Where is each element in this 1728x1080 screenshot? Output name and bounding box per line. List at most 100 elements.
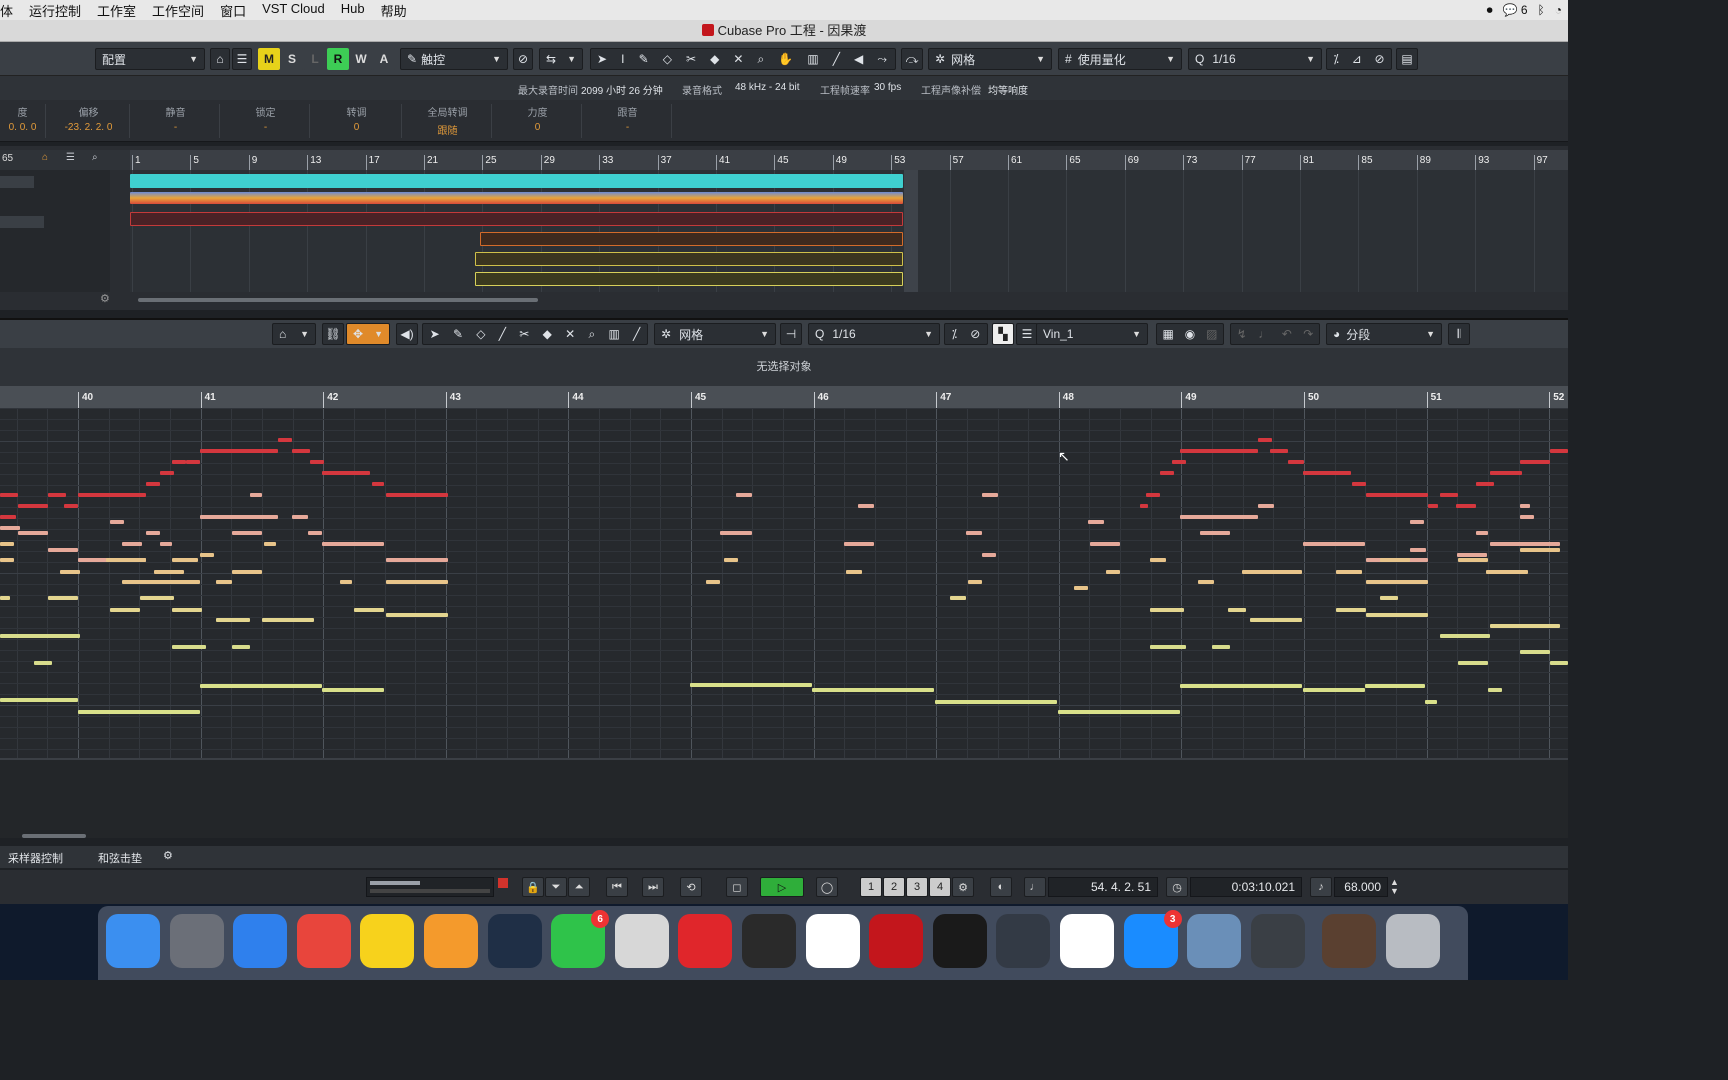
midi-note[interactable] (1106, 570, 1120, 574)
key-editor-quantize-dropdown[interactable]: Q 1/16 ▼ (808, 323, 940, 345)
midi-note[interactable] (1150, 645, 1186, 649)
info-column-value[interactable]: 0 (494, 122, 581, 133)
qq-music-icon[interactable] (360, 914, 415, 968)
activity-monitor-icon[interactable] (932, 914, 987, 968)
hand-icon[interactable]: ✋ (778, 52, 795, 66)
midi-note[interactable] (1366, 493, 1428, 497)
listen-mode-button[interactable]: L (304, 48, 326, 70)
midi-note[interactable] (1074, 586, 1088, 590)
bluetooth-icon[interactable]: ᛒ (1538, 3, 1545, 17)
logic-icon[interactable] (742, 914, 796, 968)
undo-quantize-icon[interactable]: ⊘ (1375, 52, 1385, 66)
menu-item[interactable]: VST Cloud (254, 1, 333, 20)
menu-item[interactable]: Hub (333, 1, 373, 20)
midi-note[interactable] (232, 570, 262, 574)
glue-icon[interactable]: ◆ (543, 327, 552, 341)
midi-note[interactable] (354, 608, 384, 612)
midi-note[interactable] (48, 548, 78, 552)
constrain-icon[interactable]: ⌂ (210, 48, 230, 70)
midi-note[interactable] (0, 526, 20, 530)
pages-icon[interactable] (424, 914, 478, 968)
mute-mode-button[interactable]: M (258, 48, 280, 70)
midi-note[interactable] (1250, 618, 1302, 622)
midi-note[interactable] (982, 553, 996, 557)
midi-note[interactable] (310, 460, 324, 464)
key-editor-constrain-dropdown[interactable]: ⌂ ▼ (272, 323, 316, 345)
midi-note[interactable] (1212, 645, 1230, 649)
midi-note[interactable] (0, 634, 80, 638)
line-icon[interactable]: ╱ (633, 327, 640, 341)
draw-icon[interactable]: ✎ (453, 327, 463, 341)
quantize-dropdown[interactable]: Q 1/16 ▼ (1188, 48, 1322, 70)
write-mode-button[interactable]: W (350, 48, 372, 70)
midi-note[interactable] (1180, 515, 1258, 519)
midi-part[interactable] (475, 272, 903, 286)
midi-note[interactable] (1490, 624, 1560, 628)
midi-note[interactable] (146, 482, 160, 486)
midi-note[interactable] (78, 493, 146, 497)
frame-rate-value[interactable]: 30 fps (874, 82, 901, 93)
tempo-stepper[interactable]: ▲ ▼ (1390, 878, 1399, 896)
sync-icon[interactable]: ◐ (990, 877, 1012, 897)
info-column[interactable]: 全局转调 跟随 (404, 104, 492, 138)
midi-note[interactable] (968, 580, 982, 584)
mute-tool-icon[interactable]: ✕ (733, 52, 745, 66)
info-column[interactable]: 静音 - (132, 104, 220, 138)
go-to-next-icon[interactable]: ⏭ (642, 877, 664, 897)
midi-note[interactable] (1200, 531, 1230, 535)
midi-note[interactable] (1180, 449, 1258, 453)
quantize-apply-icon[interactable]: ⊿ (1352, 52, 1362, 66)
read-mode-button[interactable]: R (327, 48, 349, 70)
midi-note[interactable] (18, 504, 48, 508)
midi-note[interactable] (172, 558, 198, 562)
midi-note[interactable] (160, 542, 172, 546)
midi-note[interactable] (1228, 608, 1246, 612)
midi-note[interactable] (1425, 700, 1437, 704)
cubase-icon[interactable] (869, 914, 924, 968)
midi-note[interactable] (1486, 570, 1528, 574)
midi-note[interactable] (262, 618, 314, 622)
constrain-icon[interactable]: ⌂ (42, 152, 48, 163)
color-mode-dropdown[interactable]: ◕ 分段 ▼ (1326, 323, 1442, 345)
midi-note[interactable] (844, 542, 874, 546)
tab-sampler-control[interactable]: 采样器控制 (8, 850, 63, 866)
midi-note[interactable] (386, 558, 448, 562)
marker-2-button[interactable]: 2 (883, 877, 905, 897)
midi-note[interactable] (160, 471, 174, 475)
midi-note[interactable] (122, 580, 200, 584)
midi-note[interactable] (1440, 493, 1458, 497)
menu-item[interactable]: 体 (0, 1, 21, 20)
midi-note[interactable] (1428, 504, 1438, 508)
midi-note[interactable] (308, 531, 322, 535)
tool-buttons[interactable]: ➤ I ✎ ◇ ✂ ◆ ✕ ⌕ ✋ ▥ ╱ ◀ ⤳ (590, 48, 896, 70)
photo-thumbnail-icon[interactable] (1322, 914, 1377, 968)
midi-note[interactable] (292, 449, 310, 453)
midi-note[interactable] (846, 570, 862, 574)
object-select-icon[interactable]: ➤ (430, 327, 440, 341)
midi-note[interactable] (1520, 650, 1550, 654)
trash-icon[interactable] (1386, 914, 1440, 968)
trim-icon[interactable]: ╱ (499, 327, 506, 341)
midi-note[interactable] (322, 471, 370, 475)
midi-note[interactable] (0, 698, 78, 702)
settings-gear-icon[interactable]: ⚙ (952, 877, 974, 897)
midi-note[interactable] (1303, 542, 1365, 546)
midi-note[interactable] (736, 493, 752, 497)
midi-note[interactable] (386, 493, 448, 497)
key-editor-tools[interactable]: ➤ ✎ ◇ ╱ ✂ ◆ ✕ ⌕ ▥ ╱ (422, 323, 648, 345)
info-column-value[interactable]: 0. 0. 0 (0, 122, 45, 133)
marker-3-button[interactable]: 3 (906, 877, 928, 897)
midi-note[interactable] (172, 460, 186, 464)
midi-part[interactable] (480, 232, 903, 246)
safari-icon[interactable] (233, 914, 288, 968)
iterative-quantize-icon[interactable]: ⁒ (1333, 52, 1338, 66)
midi-note[interactable] (146, 531, 160, 535)
line-icon[interactable]: ╱ (833, 52, 842, 66)
midi-note[interactable] (110, 520, 124, 524)
record-icon[interactable]: ⏺ (1487, 3, 1493, 18)
midi-note[interactable] (106, 558, 146, 562)
midi-note[interactable] (64, 504, 78, 508)
palette-icon[interactable]: ◉ (1185, 327, 1195, 341)
audio-event[interactable] (130, 174, 903, 188)
key-editor-horizontal-scrollbar[interactable] (22, 834, 86, 838)
